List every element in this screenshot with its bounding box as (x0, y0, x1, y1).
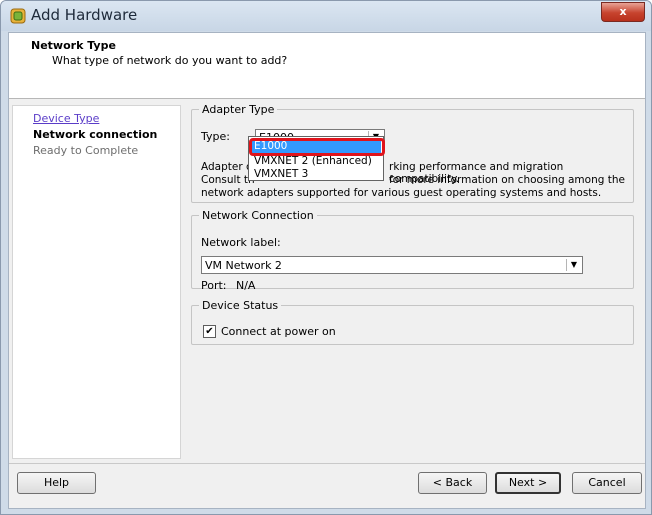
add-hardware-dialog: Add Hardware x Network Type What type of… (0, 0, 652, 515)
chevron-down-icon[interactable]: ▼ (566, 259, 581, 271)
description-line2-start: Consult th (201, 174, 255, 186)
dropdown-option-vmxnet3[interactable]: VMXNET 3 (254, 168, 308, 180)
network-label-select[interactable]: VM Network 2 ▼ (201, 256, 583, 274)
back-button[interactable]: < Back (418, 472, 487, 494)
add-hardware-icon (10, 8, 26, 24)
window-title: Add Hardware (31, 6, 138, 24)
wizard-steps: Device Type Network connection Ready to … (12, 105, 181, 459)
footer-divider (9, 463, 645, 464)
wizard-header: Network Type What type of network do you… (9, 33, 645, 98)
adapter-type-legend: Adapter Type (202, 103, 275, 116)
step-network-connection: Network connection (33, 128, 158, 141)
step-ready-to-complete: Ready to Complete (33, 144, 139, 157)
connect-at-power-on-checkbox[interactable]: ✔ (203, 325, 216, 338)
port-value: N/A (236, 279, 256, 292)
highlight-annotation (249, 138, 385, 156)
network-connection-group: Network Connection Network label: VM Net… (191, 209, 634, 292)
network-label-value: VM Network 2 (205, 259, 282, 272)
cancel-button[interactable]: Cancel (572, 472, 642, 494)
network-connection-legend: Network Connection (202, 209, 314, 222)
dialog-content: Network Type What type of network do you… (8, 32, 646, 509)
close-icon: x (619, 5, 627, 18)
port-label: Port: (201, 279, 227, 292)
close-button[interactable]: x (601, 2, 645, 22)
type-label: Type: (201, 130, 230, 143)
header-divider (9, 98, 645, 99)
page-title: Network Type (31, 39, 116, 52)
device-status-legend: Device Status (202, 299, 279, 312)
description-line2-end: for more information on choosing among t… (389, 174, 625, 186)
title-bar[interactable]: Add Hardware x (1, 1, 651, 31)
device-status-group: Device Status ✔ Connect at power on (191, 299, 634, 345)
help-button[interactable]: Help (17, 472, 96, 494)
description-line3: network adapters supported for various g… (201, 187, 602, 199)
checkmark-icon: ✔ (205, 326, 214, 337)
page-subtitle: What type of network do you want to add? (52, 54, 288, 67)
next-button[interactable]: Next > (495, 472, 561, 494)
network-label-caption: Network label: (201, 236, 281, 249)
connect-at-power-on-label[interactable]: Connect at power on (221, 325, 336, 338)
step-device-type[interactable]: Device Type (33, 112, 99, 125)
dropdown-option-vmxnet2[interactable]: VMXNET 2 (Enhanced) (254, 155, 372, 167)
